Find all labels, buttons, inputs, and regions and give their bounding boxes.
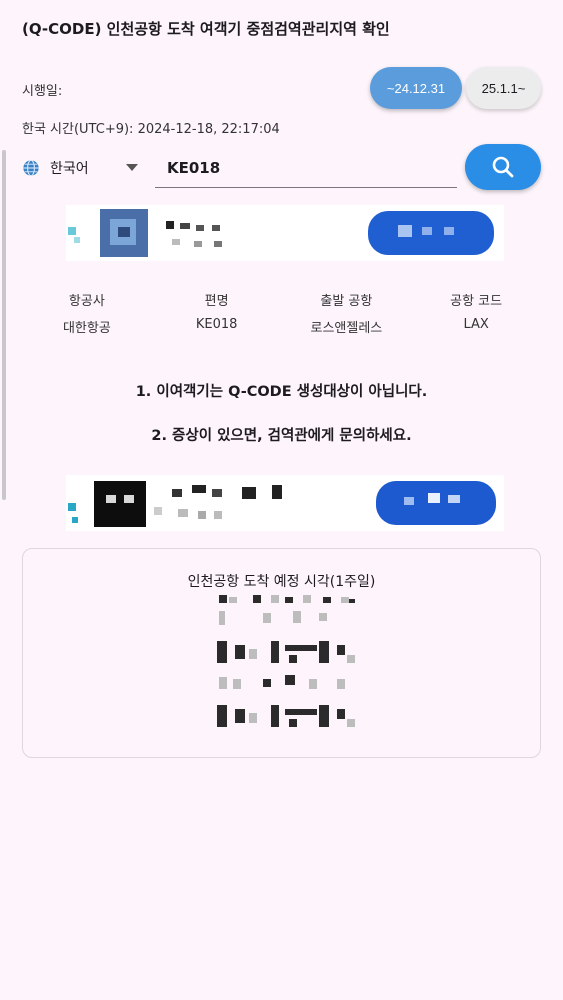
search-icon <box>492 156 514 178</box>
ad-banner-bottom[interactable] <box>66 475 504 531</box>
page-title: (Q-CODE) 인천공항 도착 여객기 중점검역관리지역 확인 <box>22 20 390 38</box>
date-option-before[interactable]: ~24.12.31 <box>370 67 462 109</box>
search-button[interactable] <box>465 144 541 190</box>
arrival-schedule-card: 인천공항 도착 예정 시각(1주일) <box>22 548 541 758</box>
notice-not-target: 1. 이여객기는 Q-CODE 생성대상이 아닙니다. <box>135 384 428 400</box>
korea-time-clock: 한국 시간(UTC+9): 2024-12-18, 22:17:04 <box>22 122 280 137</box>
flight-number-input[interactable] <box>155 148 457 188</box>
ad-banner-top[interactable] <box>66 205 504 261</box>
scrollbar[interactable] <box>2 150 6 500</box>
notice-symptoms: 2. 증상이 있으면, 검역관에게 문의하세요. <box>151 428 412 444</box>
flight-info-table: 항공사 편명 출발 공항 공항 코드 대한항공 KE018 로스앤젤레스 LAX <box>22 290 541 336</box>
header-flight-number: 편명 <box>204 294 229 309</box>
header-airport-code: 공항 코드 <box>450 294 503 309</box>
effective-date-label: 시행일: <box>22 84 63 99</box>
date-option-after[interactable]: 25.1.1~ <box>466 67 541 109</box>
header-airline: 항공사 <box>68 294 105 309</box>
value-departure-airport: 로스앤젤레스 <box>310 321 383 336</box>
language-label: 한국어 <box>50 161 89 177</box>
value-airline: 대한항공 <box>62 321 111 336</box>
globe-icon <box>23 159 39 177</box>
header-departure-airport: 출발 공항 <box>320 294 373 309</box>
value-airport-code: LAX <box>463 317 489 332</box>
chevron-down-icon[interactable] <box>126 164 138 171</box>
value-flight-number: KE018 <box>195 317 238 332</box>
language-selector[interactable]: 한국어 <box>22 150 89 186</box>
arrival-schedule-title: 인천공항 도착 예정 시각(1주일) <box>187 574 376 590</box>
